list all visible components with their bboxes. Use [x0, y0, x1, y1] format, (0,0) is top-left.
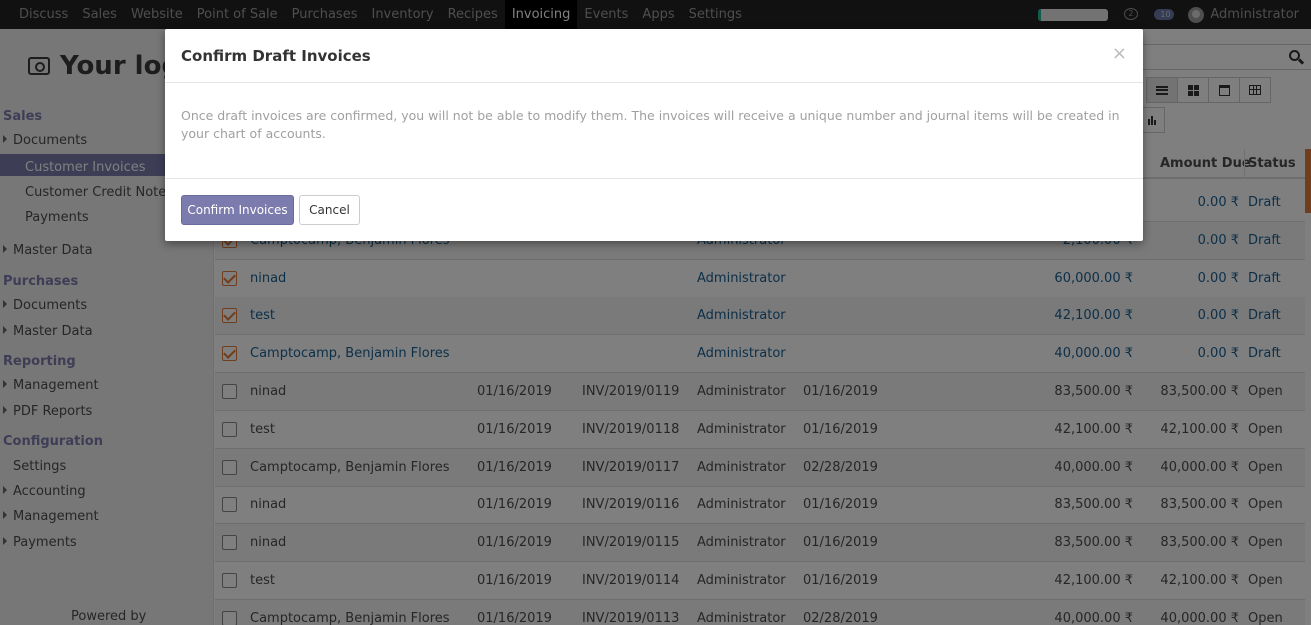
confirm-dialog: Confirm Draft Invoices × Once draft invo… [165, 29, 1143, 241]
dialog-message: Once draft invoices are confirmed, you w… [181, 108, 1120, 141]
dialog-title: Confirm Draft Invoices [181, 47, 371, 65]
confirm-invoices-button[interactable]: Confirm Invoices [181, 195, 294, 225]
close-icon[interactable]: × [1112, 45, 1127, 63]
cancel-button[interactable]: Cancel [299, 195, 360, 225]
